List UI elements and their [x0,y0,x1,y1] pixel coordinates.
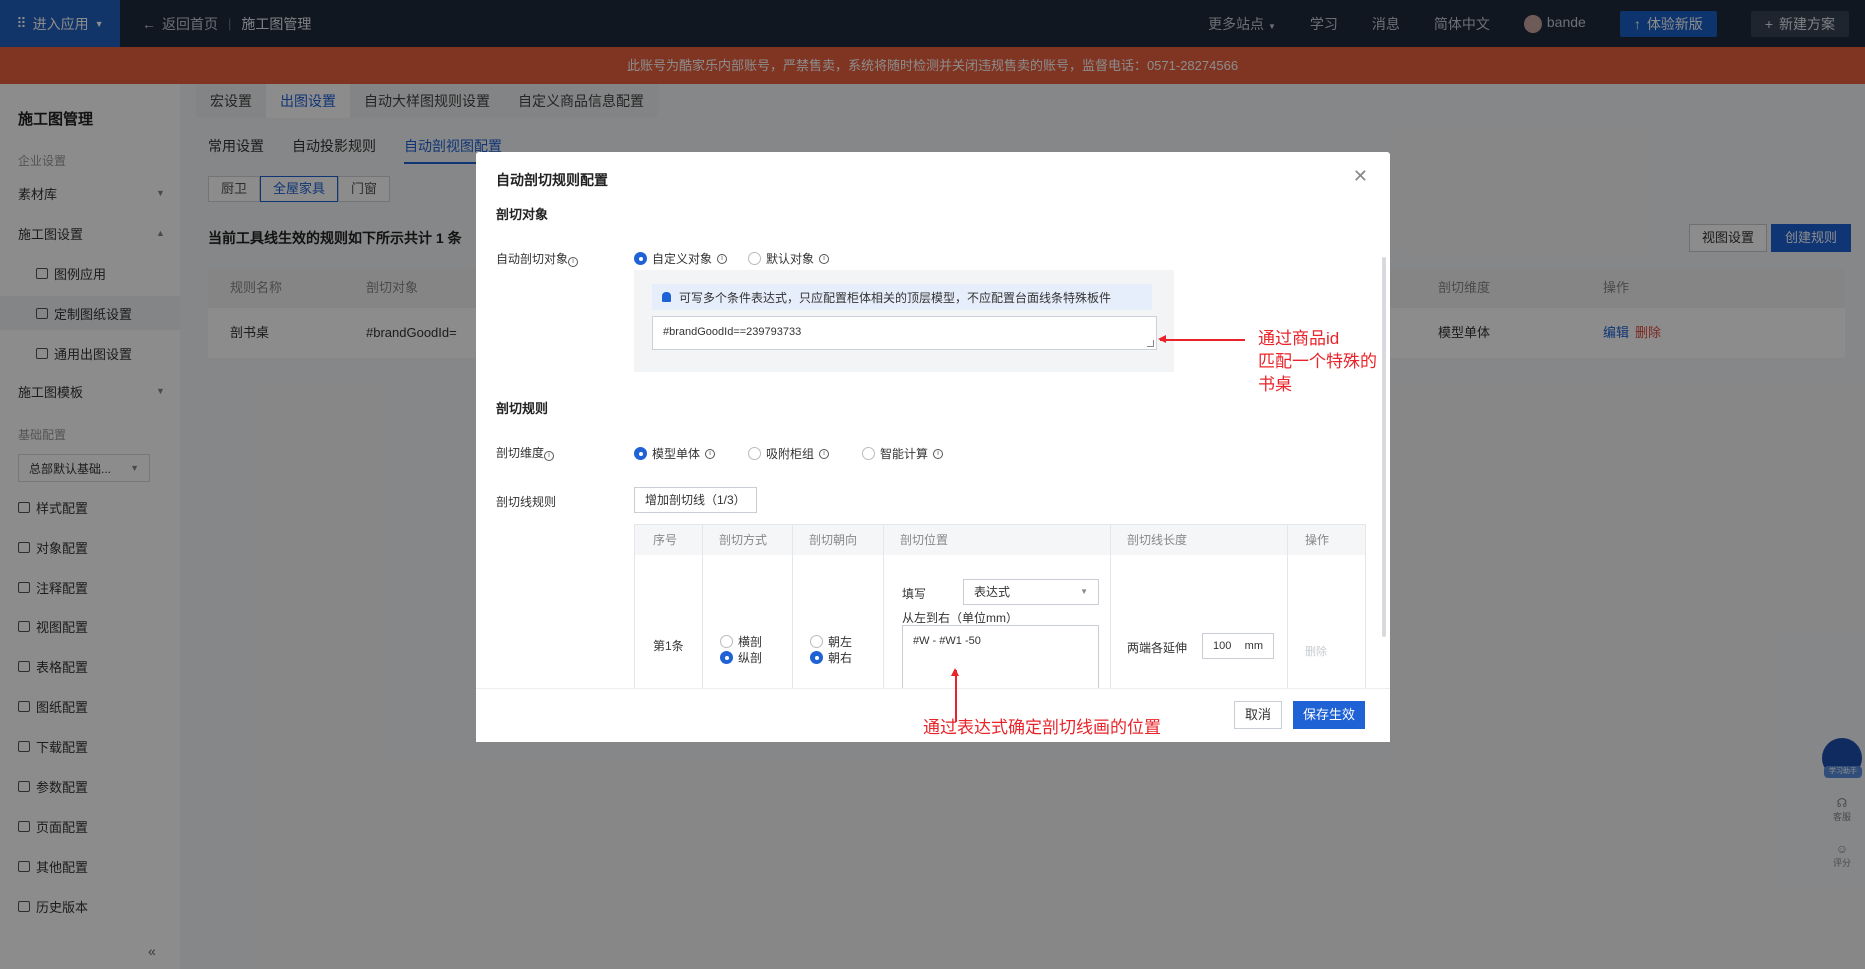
section-rule-heading: 剖切规则 [496,401,549,416]
annotation-arrow-left [1158,336,1245,342]
info-icon: i [544,451,555,461]
tip-bar: 可写多个条件表达式，只应配置柜体相关的顶层模型，不应配置台面线条特殊板件 [652,284,1152,310]
resize-handle-icon [1147,340,1154,347]
info-icon: i [568,257,579,267]
line-rule-label: 剖切线规则 [496,495,557,509]
fill-mode-select[interactable]: 表达式 ▼ [963,579,1099,605]
section-line-table: 序号 剖切方式 剖切朝向 剖切位置 剖切线长度 操作 第1条 横剖 纵剖 朝左 … [634,524,1366,689]
radio-custom-object[interactable]: 自定义对象 i [634,250,728,267]
dialog-scrollbar[interactable] [1382,257,1386,637]
radio-direction-left[interactable]: 朝左 [810,633,852,650]
radio-smart-calc[interactable]: 智能计算 i [862,445,944,462]
annotation-goods-id: 通过商品id 匹配一个特殊的 书桌 [1258,329,1377,394]
info-icon: i [819,448,830,459]
radio-model-single[interactable]: 模型单体 i [634,445,716,462]
section-line-table-header: 序号 剖切方式 剖切朝向 剖切位置 剖切线长度 操作 [635,525,1365,555]
info-icon: i [717,253,728,264]
extend-length-input[interactable]: 100 mm [1202,633,1274,659]
dimension-label: 剖切维度 i [496,444,555,461]
annotation-arrow-up [952,668,958,722]
cancel-button[interactable]: 取消 [1234,701,1283,729]
expression-panel: 可写多个条件表达式，只应配置柜体相关的顶层模型，不应配置台面线条特殊板件 #br… [634,270,1174,372]
delete-row-link[interactable]: 删除 [1305,643,1327,659]
info-icon: i [705,448,716,459]
table-row: 第1条 横剖 纵剖 朝左 朝右 填写 表达式 ▼ 从左到右（单位mm） #W - … [635,555,1365,688]
position-expression-input[interactable]: #W - #W1 -50 [902,625,1099,688]
info-icon: i [819,253,830,264]
bell-icon [662,292,671,302]
save-button[interactable]: 保存生效 [1293,701,1366,729]
annotation-expression: 通过表达式确定剖切线画的位置 [923,718,1161,737]
chevron-down-icon: ▼ [1080,587,1088,596]
radio-cut-horizontal[interactable]: 横剖 [720,633,762,650]
section-object-heading: 剖切对象 [496,207,549,222]
radio-default-object[interactable]: 默认对象 i [748,250,830,267]
object-expression-input[interactable]: #brandGoodId==239793733 [652,316,1157,350]
radio-direction-right[interactable]: 朝右 [810,649,852,666]
dialog-title: 自动剖切规则配置 [496,172,608,188]
info-icon: i [933,448,944,459]
radio-cut-vertical[interactable]: 纵剖 [720,649,762,666]
section-rule-dialog: 自动剖切规则配置 ✕ 剖切对象 自动剖切对象 i 自定义对象 i 默认对象 i 可写多… [476,152,1390,742]
radio-cabinet-group[interactable]: 吸附柜组 i [748,445,830,462]
add-section-line-button[interactable]: 增加剖切线（1/3） [634,487,757,513]
close-icon[interactable]: ✕ [1353,166,1368,187]
auto-object-label: 自动剖切对象 i [496,250,579,267]
